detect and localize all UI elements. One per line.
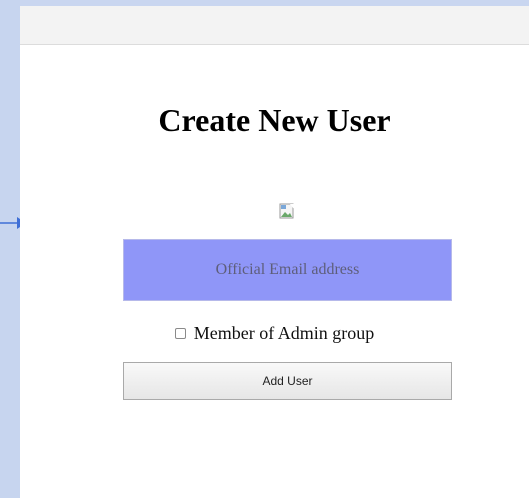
admin-checkbox-label: Member of Admin group	[193, 322, 375, 343]
admin-checkbox[interactable]	[174, 327, 186, 339]
page-title: Create New User	[158, 102, 391, 138]
left-sidebar-strip	[0, 0, 20, 498]
add-user-button[interactable]: Add User	[123, 362, 452, 400]
broken-image-icon	[279, 203, 294, 219]
email-field[interactable]	[123, 239, 452, 301]
top-bar	[20, 6, 529, 45]
content-panel: Create New User Member of Admin group Ad…	[20, 6, 529, 498]
admin-checkbox-row[interactable]: Member of Admin group	[20, 322, 529, 344]
